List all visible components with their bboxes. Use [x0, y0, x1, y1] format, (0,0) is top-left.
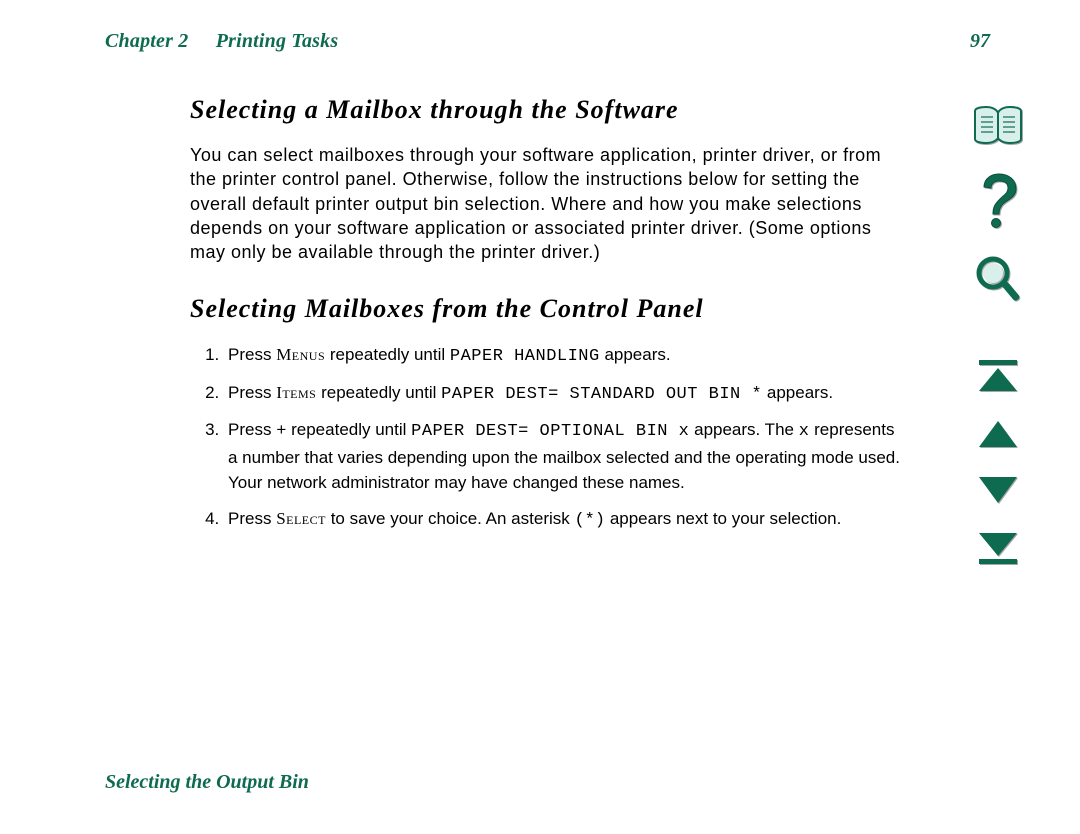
- section-heading-software: Selecting a Mailbox through the Software: [190, 95, 900, 125]
- last-page-icon[interactable]: [977, 531, 1019, 565]
- step-text: repeatedly until: [316, 383, 441, 402]
- first-page-icon[interactable]: [977, 359, 1019, 393]
- step-text: appears. The: [689, 420, 798, 439]
- step-text: repeatedly until: [325, 345, 450, 364]
- plus-key: +: [276, 422, 286, 441]
- step-text: appears.: [762, 383, 833, 402]
- step-3: Press + repeatedly until PAPER DEST= OPT…: [224, 417, 900, 496]
- x-placeholder: x: [799, 422, 810, 441]
- page-header: Chapter 2 Printing Tasks 97: [105, 30, 990, 53]
- help-icon[interactable]: [976, 173, 1020, 229]
- step-4: Press Select to save your choice. An ast…: [224, 506, 900, 534]
- step-text: Press: [228, 509, 276, 528]
- asterisk: (*): [574, 511, 605, 530]
- step-text: appears.: [600, 345, 671, 364]
- page-footer: Selecting the Output Bin: [105, 771, 309, 794]
- previous-page-icon[interactable]: [977, 419, 1019, 449]
- page-number: 97: [970, 30, 990, 53]
- panel-text: PAPER DEST= STANDARD OUT BIN *: [441, 385, 762, 404]
- chapter-number: Chapter 2: [105, 30, 188, 52]
- step-text: Press: [228, 420, 276, 439]
- step-text: to save your choice. An asterisk: [326, 509, 575, 528]
- chapter-title: Printing Tasks: [216, 30, 339, 52]
- section-heading-controlpanel: Selecting Mailboxes from the Control Pan…: [190, 294, 900, 324]
- header-left: Chapter 2 Printing Tasks: [105, 30, 338, 53]
- toc-icon[interactable]: [973, 105, 1023, 147]
- step-text: Press: [228, 383, 276, 402]
- select-key: Select: [276, 509, 326, 528]
- items-key: Items: [276, 383, 316, 402]
- step-2: Press Items repeatedly until PAPER DEST=…: [224, 380, 900, 408]
- panel-text: PAPER DEST= OPTIONAL BIN x: [411, 422, 689, 441]
- step-1: Press Menus repeatedly until PAPER HANDL…: [224, 342, 900, 370]
- menus-key: Menus: [276, 345, 325, 364]
- section-body-software: You can select mailboxes through your so…: [190, 143, 900, 264]
- step-text: appears next to your selection.: [605, 509, 841, 528]
- next-page-icon[interactable]: [977, 475, 1019, 505]
- step-text: Press: [228, 345, 276, 364]
- page-content: Selecting a Mailbox through the Software…: [190, 95, 900, 543]
- step-text: repeatedly until: [286, 420, 411, 439]
- pdf-nav-bar: [970, 105, 1026, 565]
- search-icon[interactable]: [975, 255, 1021, 307]
- steps-list: Press Menus repeatedly until PAPER HANDL…: [190, 342, 900, 533]
- page: Chapter 2 Printing Tasks 97 Selecting a …: [0, 0, 1080, 834]
- panel-text: PAPER HANDLING: [450, 347, 600, 366]
